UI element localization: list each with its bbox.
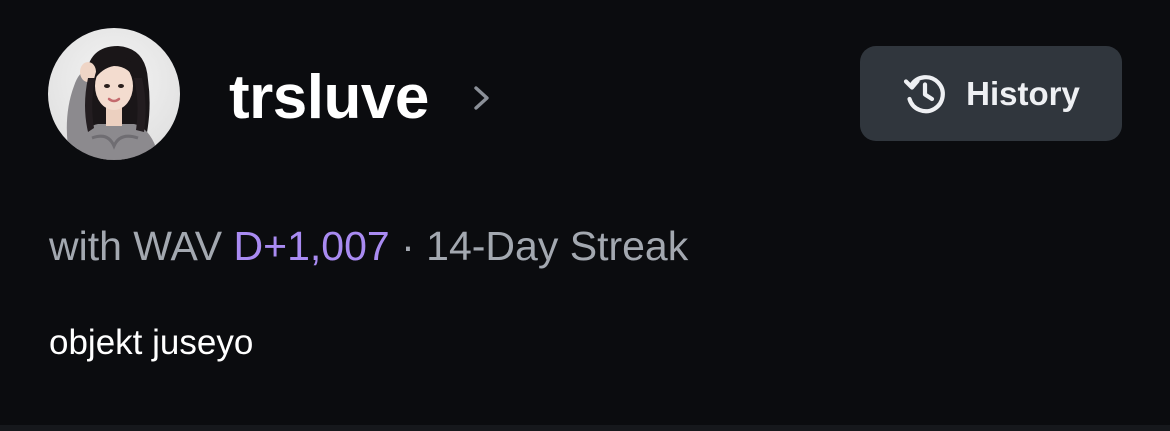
history-label: History bbox=[966, 74, 1080, 112]
streak-label: 14-Day Streak bbox=[426, 223, 689, 269]
history-icon bbox=[902, 71, 948, 117]
dday-count: D+1,007 bbox=[233, 223, 390, 269]
avatar[interactable] bbox=[48, 28, 180, 160]
username: trsluve bbox=[229, 63, 429, 132]
avatar-photo bbox=[48, 28, 180, 160]
profile-name-link[interactable]: trsluve bbox=[229, 60, 495, 136]
history-button[interactable]: History bbox=[860, 46, 1122, 141]
section-divider bbox=[0, 425, 1170, 431]
with-label: with WAV bbox=[49, 223, 223, 269]
profile-bio: objekt juseyo bbox=[49, 323, 254, 362]
separator-dot: · bbox=[401, 223, 415, 269]
membership-info: with WAV D+1,007 · 14-Day Streak bbox=[49, 221, 688, 271]
chevron-right-icon bbox=[469, 85, 495, 111]
